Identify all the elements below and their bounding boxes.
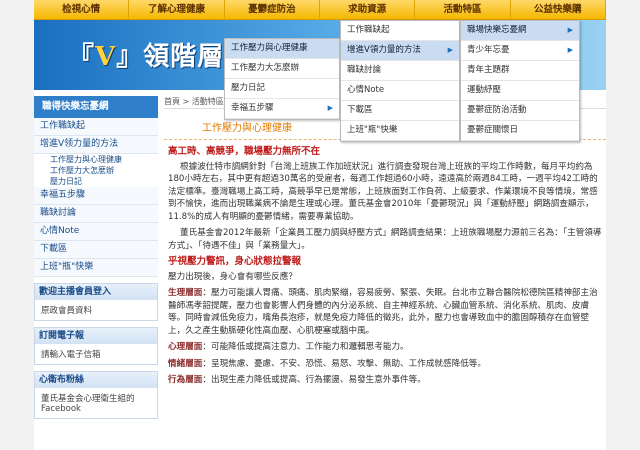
sidebar-item[interactable]: 幸福五步驟 [34,187,158,205]
sidebar-subitem[interactable]: 工作壓力與心理健康 [34,154,158,165]
paragraph: 心理層面：可能降低或提高注意力、工作能力和邏輯思考能力。 [168,342,409,352]
paragraph: 壓力出現後，身心會有哪些反應？ [168,271,297,282]
menu-item[interactable]: 工作壓力與心理健康 [225,39,339,59]
newsletter-box-title: 訂閱電子報 [35,328,157,344]
paragraph: 行為層面：出現生產力降低或提高、行為擺盪、易發生意外事件等。 [168,375,426,385]
menu-item[interactable]: 青年主題群 [461,61,579,81]
page-title: 工作壓力與心理健康 [202,123,292,134]
paragraph: 情緒層面：呈現焦慮、憂慮、不安、恐慌、易怒、攻擊、無助、工作成就感降低等。 [168,358,486,369]
topnav-item[interactable]: 检視心情 [34,0,130,19]
menu-item[interactable]: 增進V領力量的方法 ▶ [341,41,459,61]
sidebar-item[interactable]: 職缺討論 [34,205,158,223]
sidebar-item[interactable]: 心情Note [34,223,158,241]
dropdown-col-2: 工作職缺起 增進V領力量的方法 ▶ 職缺討論 心情Note 下載區 上班"瓶"快樂 [340,20,460,142]
menu-item[interactable]: 職缺討論 [341,61,459,81]
chevron-right-icon: ▶ [327,104,333,112]
chevron-right-icon: ▶ [567,26,573,34]
section-heading: 乎視壓力警訊，身心狀態拉警報 [168,256,302,267]
sidebar-item[interactable]: 增進V领力量的方法 [34,136,158,154]
email-input[interactable]: 請輸入電子信箱 [35,344,157,364]
sidebar-item[interactable]: 工作職缺起 [34,118,158,136]
paragraph: 董氏基金會2012年最新「企業員工壓力調與紓壓方式」網路調查結果：上班族職場壓力… [168,228,602,251]
sidebar-item[interactable]: 上班"瓶"快樂 [34,259,158,277]
fans-box: 心衛布粉絲 董氏基金会心理衛生組的 Facebook [34,371,158,419]
newsletter-box: 訂閱電子報 請輸入電子信箱 [34,327,158,365]
menu-item[interactable]: 運動紓壓 [461,81,579,101]
topnav-item[interactable]: 活動特區 [415,0,511,19]
menu-item[interactable]: 憂鬱症防治活動 [461,101,579,121]
sidebar-item[interactable]: 下載區 [34,241,158,259]
section-heading: 高工時、高競爭，職場壓力無所不在 [168,146,321,157]
menu-item[interactable]: 工作壓力大怎麼辦 [225,59,339,79]
menu-item[interactable]: 幸福五步驟 ▶ [225,99,339,119]
topnav-item[interactable]: 憂鬱症防治 [225,0,320,19]
menu-item[interactable]: 青少年忘憂 ▶ [461,41,579,61]
chevron-right-icon: ▶ [567,46,573,54]
topnav-item[interactable]: 公益快樂購 [511,0,606,19]
sidebar-subitem[interactable]: 壓力日記 [34,176,158,187]
sidebar-subitem[interactable]: 工作壓力大怎麼辦 [34,165,158,176]
article: 高工時、高競爭，職場壓力無所不在 根據波仕特市調網針對「台灣上班族工作加班狀況」… [164,140,606,397]
fans-box-title: 心衛布粉絲 [35,372,157,388]
login-box: 歡迎主播會員登入 原政會員資料 [34,283,158,321]
topnav-item[interactable]: 求助資源 [320,0,416,19]
menu-item[interactable]: 工作職缺起 [341,21,459,41]
facebook-link[interactable]: 董氏基金会心理衛生組的 Facebook [35,388,157,418]
paragraph: 生理層面：壓力可能讓人胃痛、頭痛、肌肉緊繃，容易疲勞、緊張、失眠。台北市立聯合醫… [168,288,598,336]
menu-item[interactable]: 職場快樂忘憂網 ▶ [461,21,579,41]
top-nav: 检視心情 了解心理健康 憂鬱症防治 求助資源 活動特區 公益快樂購 [34,0,606,20]
menu-item[interactable]: 心情Note [341,81,459,101]
login-box-title: 歡迎主播會員登入 [35,284,157,300]
dropdown-col-3: 職場快樂忘憂網 ▶ 青少年忘憂 ▶ 青年主題群 運動紓壓 憂鬱症防治活動 憂鬱症關懷… [460,20,580,142]
sidebar: 職得快樂忘憂網 工作職缺起 增進V领力量的方法 工作壓力與心理健康 工作壓力大怎… [34,96,158,419]
chevron-right-icon: ▶ [447,46,453,54]
dropdown-col-1: 工作壓力與心理健康 工作壓力大怎麼辦 壓力日記 幸福五步驟 ▶ [224,38,340,120]
menu-item[interactable]: 上班"瓶"快樂 [341,121,459,141]
topnav-item[interactable]: 了解心理健康 [129,0,225,19]
member-link[interactable]: 原政會員資料 [35,300,157,320]
menu-item[interactable]: 壓力日記 [225,79,339,99]
banner-title: 『V』領階層 [68,42,225,72]
sidebar-title: 職得快樂忘憂網 [34,96,158,118]
paragraph: 根據波仕特市調網針對「台灣上班族工作加班狀況」進行調查發現台灣上班族的平均工作時… [168,161,598,222]
menu-item[interactable]: 下載區 [341,101,459,121]
menu-item[interactable]: 憂鬱症關懷日 [461,121,579,141]
